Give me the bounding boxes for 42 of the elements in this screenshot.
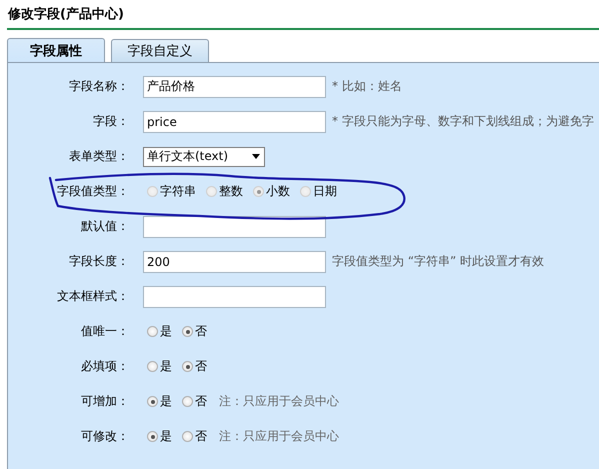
input-field[interactable]: 200 bbox=[143, 250, 326, 272]
page-title: 修改字段(产品中心) bbox=[8, 6, 124, 23]
field-label: 可修改： bbox=[80, 428, 129, 445]
radio-button[interactable] bbox=[147, 431, 158, 442]
radio-button[interactable] bbox=[147, 326, 158, 337]
radio-button[interactable] bbox=[182, 396, 193, 407]
radio-button[interactable] bbox=[147, 396, 158, 407]
caret-icon bbox=[252, 154, 260, 159]
hint-text: 字段值类型为 “字符串” 时此设置才有效 bbox=[332, 253, 544, 270]
field-label: 字段： bbox=[92, 113, 129, 130]
tab[interactable]: 字段属性 bbox=[7, 38, 105, 62]
radio-button[interactable] bbox=[147, 361, 158, 372]
hint-text: * 字段只能为字母、数字和下划线组成；为避免字 bbox=[332, 113, 594, 130]
field-label: 字段长度： bbox=[68, 253, 129, 270]
radio-label[interactable]: 否 bbox=[195, 323, 207, 340]
field-label: 字段名称： bbox=[68, 78, 129, 95]
field-label: 字段值类型： bbox=[56, 183, 129, 200]
radio-label[interactable]: 是 bbox=[160, 323, 172, 340]
input-field[interactable]: 产品价格 bbox=[143, 76, 326, 98]
radio-label[interactable]: 是 bbox=[160, 358, 172, 375]
hint-text: 注：只应用于会员中心 bbox=[219, 428, 339, 445]
radio-label[interactable]: 否 bbox=[195, 358, 207, 375]
field-label: 表单类型： bbox=[68, 148, 129, 165]
input-field[interactable]: price bbox=[143, 110, 326, 132]
field-label: 可增加： bbox=[80, 393, 129, 410]
dropdown[interactable]: 单行文本(text) bbox=[143, 146, 265, 166]
tab[interactable]: 字段自定义 bbox=[111, 39, 209, 62]
field-label: 文本框样式： bbox=[56, 288, 129, 305]
field-label: 必填项： bbox=[80, 358, 129, 375]
input-field[interactable] bbox=[143, 216, 326, 238]
field-label: 默认值： bbox=[80, 218, 129, 235]
radio-label[interactable]: 是 bbox=[160, 428, 172, 445]
radio-button[interactable] bbox=[182, 361, 193, 372]
radio-label[interactable]: 是 bbox=[160, 393, 172, 410]
radio-label[interactable]: 否 bbox=[195, 428, 207, 445]
radio-button[interactable] bbox=[182, 431, 193, 442]
input-field[interactable] bbox=[143, 286, 326, 308]
field-label: 值唯一： bbox=[80, 323, 129, 340]
hint-text: 注：只应用于会员中心 bbox=[219, 393, 339, 410]
radio-button[interactable] bbox=[182, 326, 193, 337]
hint-text: * 比如：姓名 bbox=[332, 78, 402, 95]
radio-label[interactable]: 否 bbox=[195, 393, 207, 410]
